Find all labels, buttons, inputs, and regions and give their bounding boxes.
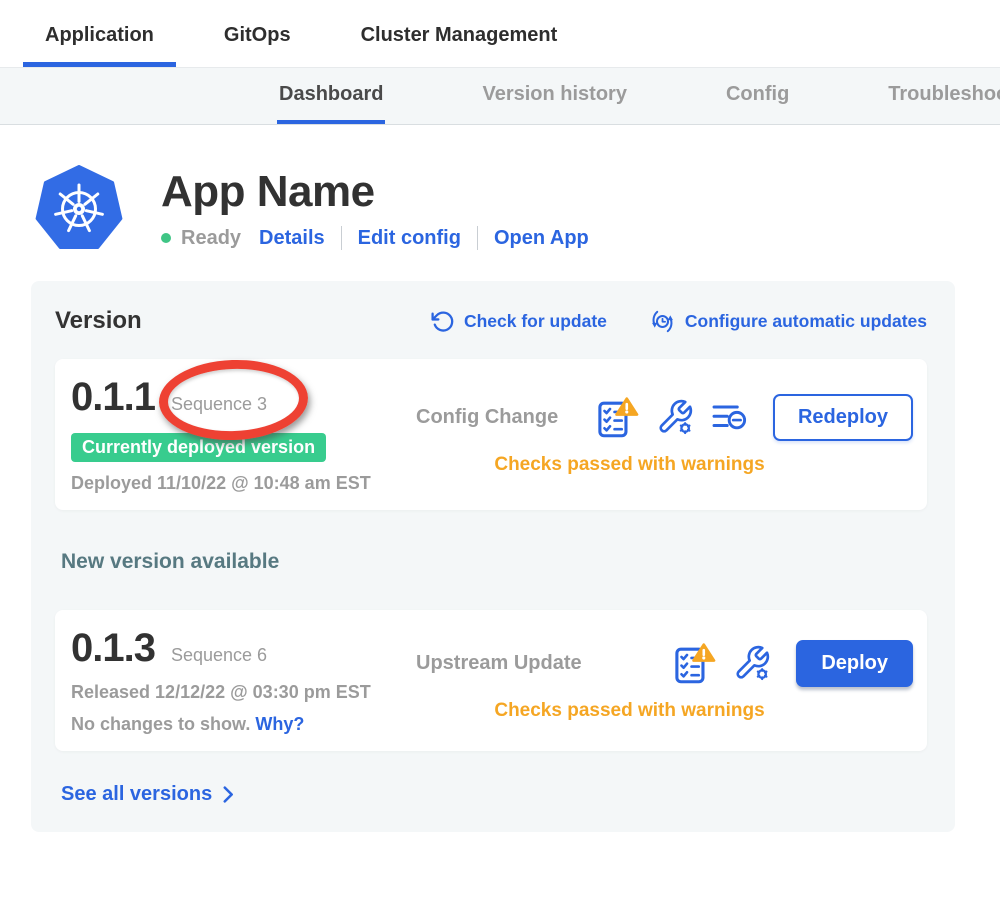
app-status-row: Ready Details Edit config Open App [161, 226, 589, 250]
why-link[interactable]: Why? [255, 714, 304, 734]
tab-gitops[interactable]: GitOps [202, 24, 313, 67]
available-version-number: 0.1.3 [71, 626, 155, 671]
deploy-button[interactable]: Deploy [796, 640, 913, 687]
current-version-number: 0.1.1 [71, 375, 155, 420]
release-action-icons [595, 396, 748, 438]
release-action-icons [672, 642, 771, 684]
edit-config-link[interactable]: Edit config [358, 227, 461, 250]
check-for-update-link[interactable]: Check for update [430, 309, 607, 334]
preflight-warning-text: Checks passed with warnings [416, 454, 913, 476]
status-dot-icon [161, 233, 171, 243]
current-version-actions: Config Change [416, 375, 913, 494]
sync-clock-icon [649, 308, 676, 335]
tab-version-history[interactable]: Version history [480, 68, 629, 124]
currently-deployed-badge: Currently deployed version [71, 433, 326, 462]
configure-automatic-updates-label: Configure automatic updates [685, 311, 927, 332]
file-diff-icon[interactable] [711, 400, 748, 434]
wrench-gear-icon[interactable] [656, 398, 694, 436]
release-source-label: Config Change [416, 406, 558, 429]
status-badge: Ready [181, 227, 241, 250]
divider [341, 226, 342, 250]
check-for-update-label: Check for update [464, 311, 607, 332]
sub-nav: Dashboard Version history Config Trouble… [0, 67, 1000, 125]
preflight-checklist-icon[interactable] [672, 642, 716, 684]
tab-dashboard[interactable]: Dashboard [277, 68, 385, 124]
release-source-label: Upstream Update [416, 652, 582, 675]
deployed-timestamp: Deployed 11/10/22 @ 10:48 am EST [71, 473, 416, 494]
see-all-versions-link[interactable]: See all versions [61, 783, 234, 806]
available-version-actions: Upstream Update [416, 626, 913, 735]
current-version-card: 0.1.1 Sequence 3 Currently deployed vers… [55, 359, 927, 510]
tab-config[interactable]: Config [724, 68, 791, 124]
version-panel-header: Version Check for update Configure autom… [55, 307, 927, 335]
no-changes-line: No changes to show. Why? [71, 714, 416, 735]
version-panel: Version Check for update Configure autom… [31, 281, 955, 832]
open-app-link[interactable]: Open App [494, 227, 589, 250]
chevron-right-icon [223, 786, 234, 803]
redeploy-button[interactable]: Redeploy [773, 394, 913, 441]
preflight-checklist-icon[interactable] [595, 396, 639, 438]
tab-troubleshoot[interactable]: Troubleshoot [886, 68, 1000, 124]
available-version-sequence: Sequence 6 [171, 645, 267, 666]
see-all-versions-label: See all versions [61, 783, 212, 806]
current-version-sequence: Sequence 3 [171, 394, 267, 415]
wrench-gear-icon[interactable] [733, 644, 771, 682]
tab-application[interactable]: Application [23, 24, 176, 67]
version-heading: Version [55, 307, 142, 335]
divider [477, 226, 478, 250]
current-version-info: 0.1.1 Sequence 3 Currently deployed vers… [71, 375, 416, 494]
no-changes-text: No changes to show. [71, 714, 250, 734]
page-title: App Name [161, 168, 589, 216]
available-version-info: 0.1.3 Sequence 6 Released 12/12/22 @ 03:… [71, 626, 416, 735]
app-header: App Name Ready Details Edit config Open … [0, 125, 1000, 253]
available-version-card: 0.1.3 Sequence 6 Released 12/12/22 @ 03:… [55, 610, 927, 751]
configure-automatic-updates-link[interactable]: Configure automatic updates [649, 308, 927, 335]
top-nav: Application GitOps Cluster Management [0, 0, 1000, 67]
details-link[interactable]: Details [259, 227, 325, 250]
new-version-heading: New version available [61, 550, 927, 574]
released-timestamp: Released 12/12/22 @ 03:30 pm EST [71, 682, 416, 703]
tab-cluster-management[interactable]: Cluster Management [339, 24, 580, 67]
preflight-warning-text: Checks passed with warnings [416, 700, 913, 722]
refresh-icon [430, 309, 455, 334]
kubernetes-logo-icon [35, 165, 123, 253]
